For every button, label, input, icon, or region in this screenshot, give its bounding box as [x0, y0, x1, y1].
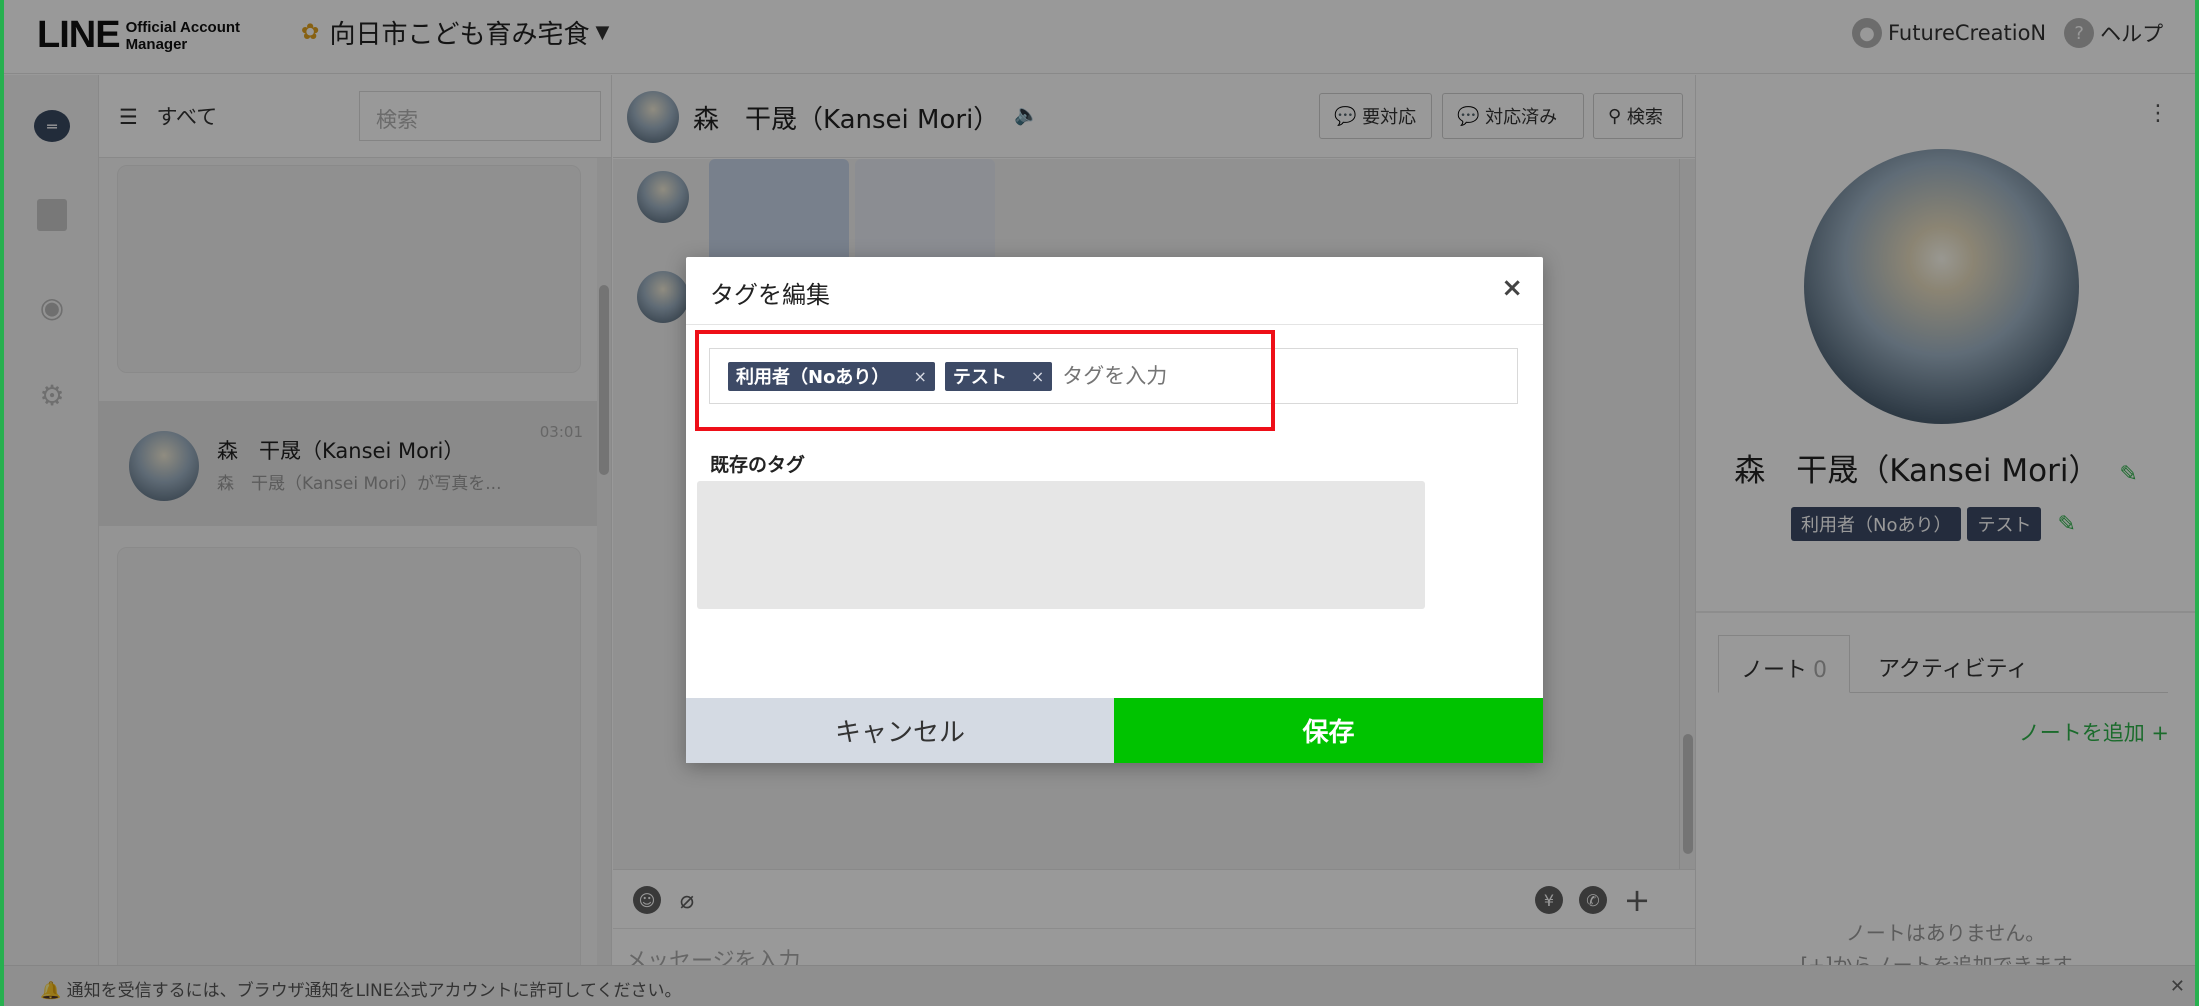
existing-tags-title: 既存のタグ	[710, 454, 806, 476]
save-button[interactable]: 保存	[1114, 698, 1543, 763]
app-window: LINE Official Account Manager ✿ 向日市こども育み…	[4, 0, 2195, 1006]
cancel-button[interactable]: キャンセル	[686, 698, 1114, 763]
modal-divider	[686, 324, 1543, 325]
existing-tags-box	[697, 481, 1425, 609]
close-icon[interactable]: ×	[1501, 273, 1523, 303]
modal-title: タグを編集	[710, 281, 830, 309]
modal-footer: キャンセル 保存	[686, 698, 1543, 763]
edit-tags-modal: タグを編集 × 利用者（Noあり）× テスト× 既存のタグ キャンセル 保存	[686, 257, 1543, 763]
highlight-box	[695, 330, 1275, 431]
